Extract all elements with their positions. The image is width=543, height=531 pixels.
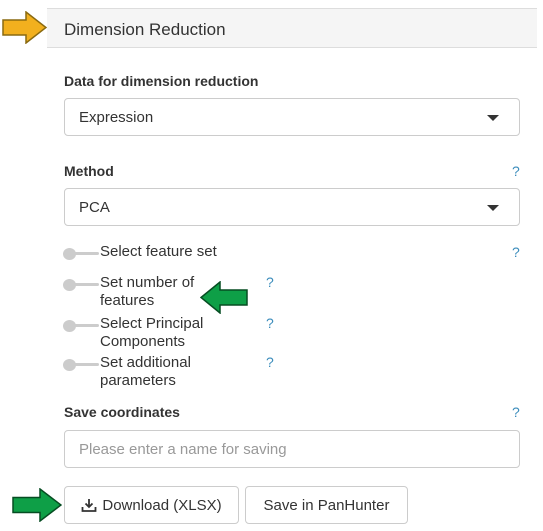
save-coordinates-help-link[interactable]: ?	[512, 404, 520, 420]
additional-parameters-switch[interactable]	[63, 359, 99, 371]
method-select[interactable]: PCA	[64, 188, 520, 226]
save-name-input[interactable]	[64, 430, 520, 468]
toggle-row-principal-components: Select Principal Components	[63, 315, 263, 353]
number-of-features-help-link[interactable]: ?	[266, 274, 274, 290]
feature-set-switch[interactable]	[63, 248, 99, 260]
green-arrow-icon	[200, 281, 248, 314]
method-select-value: PCA	[79, 199, 110, 216]
data-select[interactable]: Expression	[64, 98, 520, 136]
principal-components-switch[interactable]	[63, 320, 99, 332]
additional-parameters-help-link[interactable]: ?	[266, 354, 274, 370]
panel-title: Dimension Reduction	[64, 20, 226, 39]
download-xlsx-button[interactable]: Download (XLSX)	[64, 486, 239, 524]
number-of-features-switch[interactable]	[63, 279, 99, 291]
panhunter-button-label: Save in PanHunter	[263, 496, 390, 514]
download-button-label: Download (XLSX)	[102, 496, 222, 514]
caret-down-icon	[487, 205, 499, 211]
toggle-label-additional-parameters: Set additional parameters	[100, 354, 191, 389]
green-arrow-icon	[12, 488, 62, 522]
method-label: Method	[64, 163, 114, 179]
save-in-panhunter-button[interactable]: Save in PanHunter	[245, 486, 408, 524]
data-select-value: Expression	[79, 109, 154, 126]
toggle-label-feature-set: Select feature set	[100, 243, 217, 260]
caret-down-icon	[487, 115, 499, 121]
toggle-label-number-of-features: Set number of features	[100, 274, 195, 309]
feature-set-help-link[interactable]: ?	[512, 244, 520, 260]
method-help-link[interactable]: ?	[512, 163, 520, 179]
download-icon	[81, 499, 97, 512]
toggle-row-additional-parameters: Set additional parameters	[63, 354, 263, 392]
principal-components-help-link[interactable]: ?	[266, 315, 274, 331]
orange-arrow-icon	[2, 11, 47, 44]
toggle-label-principal-components: Select Principal Components	[100, 315, 204, 350]
data-label: Data for dimension reduction	[64, 73, 259, 89]
save-coordinates-label: Save coordinates	[64, 404, 180, 420]
toggle-row-feature-set: Select feature set	[63, 243, 263, 263]
panel-header[interactable]: Dimension Reduction	[47, 8, 537, 48]
